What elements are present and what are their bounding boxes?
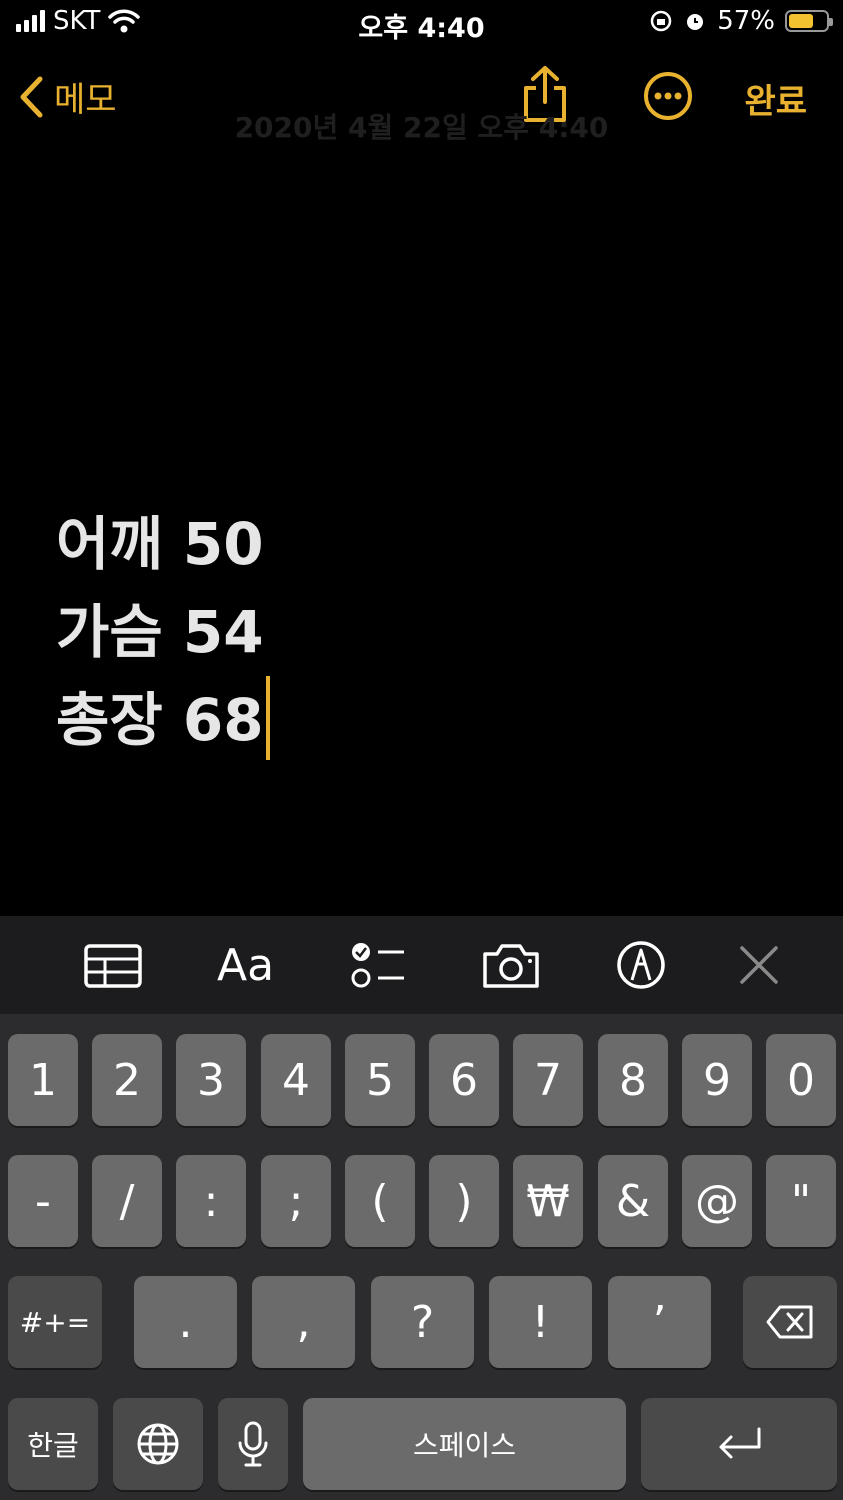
keyboard: 1 2 3 4 5 6 7 8 9 0 - / : ; ( ) ₩ & @ " … bbox=[0, 1014, 843, 1500]
key-5[interactable]: 5 bbox=[345, 1034, 415, 1126]
close-icon bbox=[740, 946, 778, 984]
format-button[interactable]: Aa bbox=[217, 940, 274, 991]
key-comma[interactable]: , bbox=[252, 1276, 355, 1368]
key-apostrophe[interactable]: ’ bbox=[608, 1276, 711, 1368]
key-7[interactable]: 7 bbox=[513, 1034, 583, 1126]
table-button[interactable] bbox=[84, 944, 142, 992]
key-6[interactable]: 6 bbox=[429, 1034, 499, 1126]
orientation-lock-icon bbox=[650, 10, 672, 32]
key-9[interactable]: 9 bbox=[682, 1034, 752, 1126]
key-more-symbols[interactable]: #+= bbox=[8, 1276, 102, 1368]
note-line: 총장 68 bbox=[56, 675, 270, 766]
key-slash[interactable]: / bbox=[92, 1155, 162, 1247]
key-open-paren[interactable]: ( bbox=[345, 1155, 415, 1247]
key-ampersand[interactable]: & bbox=[598, 1155, 668, 1247]
globe-icon bbox=[137, 1423, 179, 1465]
key-semicolon[interactable]: ; bbox=[261, 1155, 331, 1247]
key-exclamation[interactable]: ! bbox=[489, 1276, 592, 1368]
dictation-key[interactable] bbox=[218, 1398, 288, 1490]
note-line: 어깨 50 bbox=[56, 510, 264, 578]
note-date: 2020년 4월 22일 오후 4:40 bbox=[234, 111, 609, 144]
close-toolbar-button[interactable] bbox=[738, 944, 780, 990]
checklist-icon bbox=[351, 943, 404, 988]
key-hyphen[interactable]: - bbox=[8, 1155, 78, 1247]
battery-icon bbox=[785, 10, 833, 32]
key-colon[interactable]: : bbox=[176, 1155, 246, 1247]
camera-button[interactable] bbox=[481, 942, 541, 994]
key-close-paren[interactable]: ) bbox=[429, 1155, 499, 1247]
table-icon bbox=[84, 944, 142, 988]
return-icon bbox=[719, 1427, 761, 1459]
note-line-text: 총장 68 bbox=[56, 686, 264, 754]
backspace-icon bbox=[766, 1305, 813, 1339]
status-bar: SKT 오후 4:40 57% bbox=[0, 0, 843, 48]
markup-button[interactable] bbox=[616, 940, 666, 994]
space-key[interactable]: 스페이스 bbox=[303, 1398, 626, 1490]
camera-icon bbox=[483, 944, 539, 988]
key-4[interactable]: 4 bbox=[261, 1034, 331, 1126]
key-quote[interactable]: " bbox=[766, 1155, 836, 1247]
key-8[interactable]: 8 bbox=[598, 1034, 668, 1126]
return-key[interactable] bbox=[641, 1398, 837, 1490]
key-2[interactable]: 2 bbox=[92, 1034, 162, 1126]
key-3[interactable]: 3 bbox=[176, 1034, 246, 1126]
key-1[interactable]: 1 bbox=[8, 1034, 78, 1126]
key-period[interactable]: . bbox=[134, 1276, 237, 1368]
key-0[interactable]: 0 bbox=[766, 1034, 836, 1126]
globe-key[interactable] bbox=[113, 1398, 203, 1490]
markup-pen-icon bbox=[617, 941, 665, 989]
checklist-button[interactable] bbox=[350, 940, 406, 996]
format-toolbar: Aa bbox=[0, 916, 843, 1014]
key-question[interactable]: ? bbox=[371, 1276, 474, 1368]
status-right: 57% bbox=[649, 6, 833, 36]
note-line: 가슴 54 bbox=[56, 598, 264, 666]
note-body[interactable]: 어깨 50 가슴 54 총장 68 bbox=[56, 500, 270, 766]
delete-key[interactable] bbox=[743, 1276, 837, 1368]
key-won[interactable]: ₩ bbox=[513, 1155, 583, 1247]
battery-percent: 57% bbox=[717, 6, 775, 36]
language-key[interactable]: 한글 bbox=[8, 1398, 98, 1490]
key-at[interactable]: @ bbox=[682, 1155, 752, 1247]
microphone-icon bbox=[238, 1421, 268, 1467]
alarm-icon bbox=[687, 14, 704, 30]
text-cursor bbox=[265, 675, 270, 760]
